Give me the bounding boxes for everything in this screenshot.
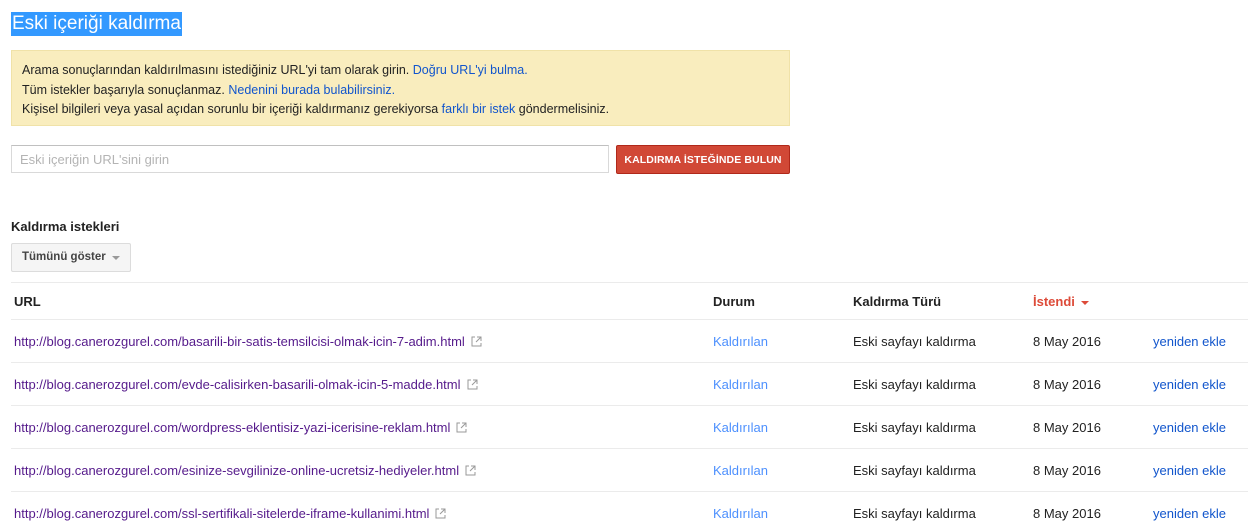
different-request-link[interactable]: farklı bir istek	[442, 102, 516, 116]
url-text: http://blog.canerozgurel.com/ssl-sertifi…	[14, 506, 430, 521]
show-all-dropdown[interactable]: Tümünü göster	[11, 243, 131, 272]
status-link[interactable]: Kaldırılan	[713, 377, 768, 393]
chevron-down-icon	[112, 256, 120, 260]
reinclude-link[interactable]: yeniden ekle	[1153, 506, 1226, 522]
notice-line-2: Tüm istekler başarıyla sonuçlanmaz. Nede…	[22, 81, 779, 101]
column-header-url[interactable]: URL	[14, 294, 41, 309]
url-text: http://blog.canerozgurel.com/wordpress-e…	[14, 420, 451, 435]
reinclude-link[interactable]: yeniden ekle	[1153, 377, 1226, 393]
status-link[interactable]: Kaldırılan	[713, 506, 768, 522]
reinclude-link[interactable]: yeniden ekle	[1153, 334, 1226, 350]
table-row: http://blog.canerozgurel.com/evde-calisi…	[11, 362, 1248, 405]
status-link[interactable]: Kaldırılan	[713, 420, 768, 436]
external-link-icon[interactable]	[471, 335, 482, 351]
column-header-requested[interactable]: İstendi	[1033, 294, 1089, 309]
column-header-requested-label: İstendi	[1033, 294, 1075, 309]
notice-line-1: Arama sonuçlarından kaldırılmasını isted…	[22, 61, 779, 81]
table-row: http://blog.canerozgurel.com/ssl-sertifi…	[11, 491, 1248, 529]
outdated-url-input[interactable]	[11, 145, 609, 173]
url-link[interactable]: http://blog.canerozgurel.com/wordpress-e…	[14, 420, 467, 437]
external-link-icon[interactable]	[435, 507, 446, 523]
notice-text: Tüm istekler başarıyla sonuçlanmaz.	[22, 82, 225, 97]
removal-type: Eski sayfayı kaldırma	[853, 334, 976, 349]
url-text: http://blog.canerozgurel.com/basarili-bi…	[14, 334, 465, 349]
url-link[interactable]: http://blog.canerozgurel.com/ssl-sertifi…	[14, 506, 446, 523]
external-link-icon[interactable]	[467, 378, 478, 394]
table-row: http://blog.canerozgurel.com/wordpress-e…	[11, 405, 1248, 448]
url-link[interactable]: http://blog.canerozgurel.com/evde-calisi…	[14, 377, 478, 394]
table-row: http://blog.canerozgurel.com/basarili-bi…	[11, 319, 1248, 362]
requested-date: 8 May 2016	[1033, 377, 1101, 392]
column-header-type[interactable]: Kaldırma Türü	[853, 294, 941, 309]
table-row: http://blog.canerozgurel.com/esinize-sev…	[11, 448, 1248, 491]
dropdown-label: Tümünü göster	[22, 251, 106, 263]
page-title: Eski içeriği kaldırma	[11, 12, 182, 36]
status-link[interactable]: Kaldırılan	[713, 463, 768, 479]
removal-type: Eski sayfayı kaldırma	[853, 377, 976, 392]
reinclude-link[interactable]: yeniden ekle	[1153, 463, 1226, 479]
request-removal-button[interactable]: KALDIRMA İSTEĞİNDE BULUN	[616, 145, 790, 174]
column-header-status[interactable]: Durum	[713, 294, 755, 309]
removal-requests-heading: Kaldırma istekleri	[11, 219, 120, 234]
requested-date: 8 May 2016	[1033, 334, 1101, 349]
notice-text: göndermelisiniz.	[518, 102, 610, 116]
notice-text: Kişisel bilgileri veya yasal açıdan soru…	[22, 102, 439, 116]
find-correct-url-link[interactable]: Doğru URL'yi bulma.	[413, 63, 528, 77]
removal-type: Eski sayfayı kaldırma	[853, 506, 976, 521]
reinclude-link[interactable]: yeniden ekle	[1153, 420, 1226, 436]
learn-why-link[interactable]: Nedenini burada bulabilirsiniz.	[228, 83, 395, 97]
url-text: http://blog.canerozgurel.com/evde-calisi…	[14, 377, 461, 392]
url-link[interactable]: http://blog.canerozgurel.com/esinize-sev…	[14, 463, 476, 480]
info-notice: Arama sonuçlarından kaldırılmasını isted…	[11, 50, 790, 126]
requested-date: 8 May 2016	[1033, 463, 1101, 478]
external-link-icon[interactable]	[456, 421, 467, 437]
notice-text: Arama sonuçlarından kaldırılmasını isted…	[22, 63, 410, 77]
removal-type: Eski sayfayı kaldırma	[853, 420, 976, 435]
removal-type: Eski sayfayı kaldırma	[853, 463, 976, 478]
url-link[interactable]: http://blog.canerozgurel.com/basarili-bi…	[14, 334, 482, 351]
sort-desc-icon	[1080, 300, 1089, 305]
table-divider	[11, 282, 1248, 283]
url-text: http://blog.canerozgurel.com/esinize-sev…	[14, 463, 460, 478]
requested-date: 8 May 2016	[1033, 506, 1101, 521]
status-link[interactable]: Kaldırılan	[713, 334, 768, 350]
requested-date: 8 May 2016	[1033, 420, 1101, 435]
notice-line-3: Kişisel bilgileri veya yasal açıdan soru…	[22, 100, 779, 120]
external-link-icon[interactable]	[465, 464, 476, 480]
